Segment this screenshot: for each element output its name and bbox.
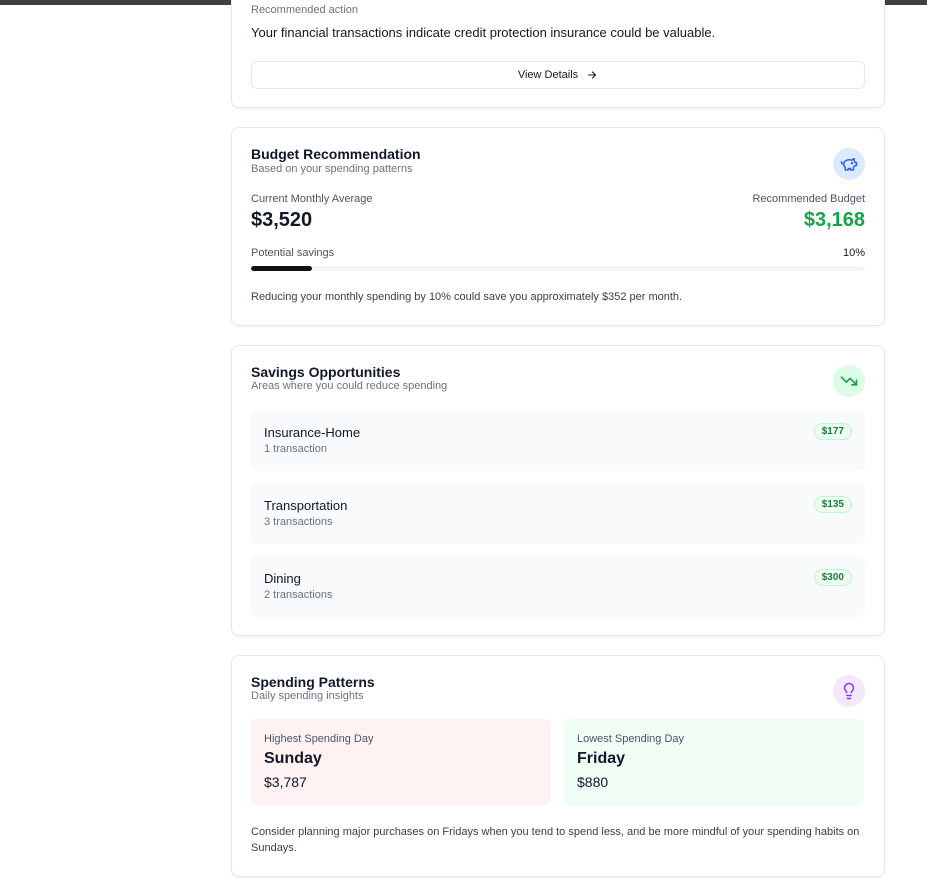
savings-subtitle: Areas where you could reduce spending <box>251 380 448 392</box>
budget-title: Budget Recommendation <box>251 146 421 162</box>
view-details-label: View Details <box>517 69 579 81</box>
savings-item-amount-badge: $177 <box>813 423 852 440</box>
savings-item-name: Dining <box>264 571 301 586</box>
patterns-title: Spending Patterns <box>251 674 375 690</box>
lowest-day-amount: $880 <box>577 774 609 790</box>
current-average-value: $3,520 <box>251 209 313 231</box>
current-average-label: Current Monthly Average <box>251 193 373 205</box>
lowest-spending-day-box: Lowest Spending Day Friday $880 <box>564 719 864 805</box>
savings-item-amount-badge: $135 <box>813 496 852 513</box>
highest-day-amount: $3,787 <box>264 774 307 790</box>
potential-savings-percent: 10% <box>842 247 865 259</box>
lowest-day-name: Friday <box>577 750 626 767</box>
lowest-day-label: Lowest Spending Day <box>577 733 685 745</box>
savings-item[interactable]: Insurance-Home 1 transaction $177 <box>251 410 865 471</box>
savings-progress-fill <box>251 266 313 271</box>
recommended-budget-value: $3,168 <box>803 209 865 231</box>
savings-item-count: 1 transaction <box>264 443 327 455</box>
budget-recommendation-card: Budget Recommendation Based on your spen… <box>231 127 885 326</box>
patterns-note: Consider planning major purchases on Fri… <box>251 826 860 854</box>
piggy-bank-icon <box>833 148 865 180</box>
savings-progress-bar <box>251 266 865 271</box>
savings-item[interactable]: Transportation 3 transactions $135 <box>251 483 865 544</box>
savings-item-amount-badge: $300 <box>813 569 852 586</box>
recommendation-card: Recommended action Your financial transa… <box>231 0 885 108</box>
savings-item-name: Insurance-Home <box>264 425 361 440</box>
savings-item-name: Transportation <box>264 498 348 513</box>
trending-down-icon <box>833 365 865 397</box>
view-details-button[interactable]: View Details <box>251 61 865 89</box>
arrow-right-icon <box>588 71 597 79</box>
patterns-subtitle: Daily spending insights <box>251 690 364 702</box>
potential-savings-label: Potential savings <box>251 247 335 259</box>
lightbulb-icon <box>833 675 865 707</box>
highest-spending-day-box: Highest Spending Day Sunday $3,787 <box>251 719 551 805</box>
budget-note: Reducing your monthly spending by 10% co… <box>251 291 683 303</box>
savings-item[interactable]: Dining 2 transactions $300 <box>251 556 865 617</box>
savings-item-count: 2 transactions <box>264 589 333 601</box>
highest-day-label: Highest Spending Day <box>264 733 374 745</box>
spending-patterns-card: Spending Patterns Daily spending insight… <box>231 655 885 877</box>
budget-subtitle: Based on your spending patterns <box>251 163 413 175</box>
recommended-budget-label: Recommended Budget <box>752 193 865 205</box>
recommendation-text: Your financial transactions indicate cre… <box>251 25 716 40</box>
recommendation-label: Recommended action <box>251 4 359 16</box>
savings-opportunities-card: Savings Opportunities Areas where you co… <box>231 345 885 636</box>
savings-title: Savings Opportunities <box>251 364 401 380</box>
highest-day-name: Sunday <box>264 750 322 767</box>
savings-item-count: 3 transactions <box>264 516 333 528</box>
